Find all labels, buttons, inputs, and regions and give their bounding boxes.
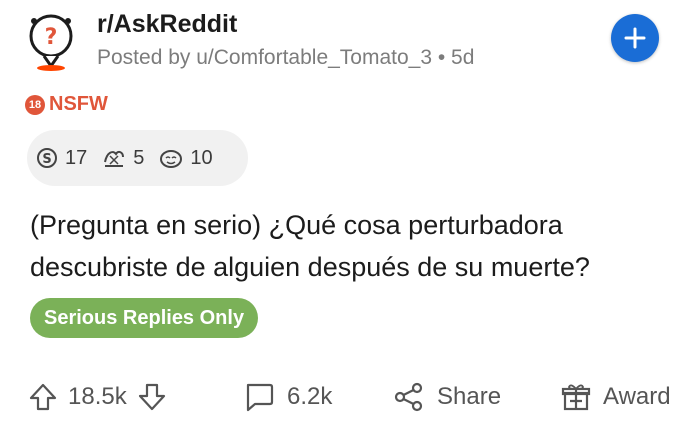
share-button[interactable]: Share: [393, 374, 501, 420]
award-count: 10: [190, 146, 213, 169]
svg-text:?: ?: [45, 25, 58, 50]
join-button[interactable]: [611, 14, 659, 62]
award-wholesome: 10: [158, 146, 213, 170]
upvote-arrow-icon: [29, 383, 57, 411]
comments-button[interactable]: 6.2k: [243, 374, 332, 420]
downvote-button[interactable]: [137, 382, 167, 412]
action-bar: 18.5k 6.2k Share Award: [0, 374, 700, 420]
award-helpful: 5: [101, 146, 144, 170]
share-icon: [394, 382, 423, 412]
award-count: 5: [133, 146, 145, 169]
award-count: 17: [65, 146, 88, 169]
post-title-line-2: descubriste de alguien después de su mue…: [30, 252, 590, 282]
nsfw-label: NSFW: [49, 93, 108, 115]
svg-text:S: S: [42, 152, 51, 167]
helpful-award-icon: [104, 150, 125, 167]
subreddit-name[interactable]: r/AskReddit: [97, 10, 237, 39]
nsfw-tag: 18 NSFW: [25, 93, 108, 116]
downvote-arrow-icon: [138, 383, 165, 411]
award-button[interactable]: Award: [561, 374, 671, 420]
vote-count: 18.5k: [68, 383, 127, 410]
award-silver: S 17: [35, 146, 87, 170]
comment-count: 6.2k: [287, 383, 333, 410]
plus-icon: [624, 27, 646, 49]
comment-icon: [246, 383, 274, 412]
awards-bar[interactable]: S 17 5 10: [27, 130, 248, 186]
award-label: Award: [603, 383, 671, 410]
share-label: Share: [437, 383, 502, 410]
subreddit-avatar[interactable]: ?: [22, 10, 84, 72]
post-meta: Posted by u/Comfortable_Tomato_3 • 5d: [97, 46, 475, 69]
vote-group: 18.5k: [28, 374, 167, 420]
upvote-button[interactable]: [28, 382, 58, 412]
nsfw-badge: 18: [25, 94, 45, 115]
wholesome-award-icon: [160, 150, 183, 168]
post-flair[interactable]: Serious Replies Only: [30, 298, 259, 338]
post-title-line-1: (Pregunta en serio) ¿Qué cosa perturbado…: [30, 210, 563, 240]
post-title[interactable]: (Pregunta en serio) ¿Qué cosa perturbado…: [30, 204, 690, 288]
gift-icon: [561, 384, 591, 411]
silver-award-icon: S: [37, 148, 57, 168]
